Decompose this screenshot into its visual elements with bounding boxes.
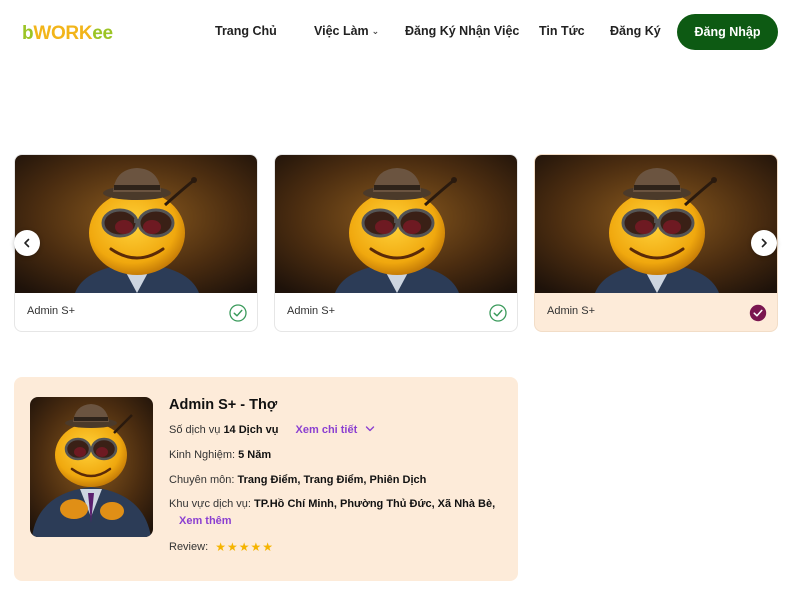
nav-register-job[interactable]: Đăng Ký Nhận Việc bbox=[405, 24, 519, 38]
worker-name: Admin S+ bbox=[27, 305, 75, 317]
check-circle-icon bbox=[489, 304, 507, 322]
worker-name: Admin S+ bbox=[547, 305, 595, 317]
specialty-row: Chuyên môn: Trang Điểm, Trang Điểm, Phiê… bbox=[169, 474, 427, 486]
worker-photo bbox=[535, 155, 777, 293]
chevron-down-icon bbox=[366, 426, 375, 432]
review-row: Review: ★★★★★ bbox=[169, 540, 274, 554]
star-icon: ★ bbox=[238, 540, 250, 554]
bworkee-logo[interactable]: bWORKee bbox=[22, 23, 113, 45]
worker-card[interactable]: Admin S+ bbox=[274, 154, 518, 332]
carousel-prev-button[interactable] bbox=[14, 230, 40, 256]
view-detail-link[interactable]: Xem chi tiết bbox=[296, 424, 376, 436]
nav-jobs-label: Việc Làm bbox=[314, 24, 369, 38]
rating-stars: ★★★★★ bbox=[215, 540, 274, 554]
star-icon: ★ bbox=[250, 540, 262, 554]
login-button[interactable]: Đăng Nhập bbox=[677, 14, 778, 50]
nav-jobs[interactable]: Việc Làm ⌄ bbox=[314, 24, 379, 38]
chevron-left-icon bbox=[24, 238, 30, 248]
service-area-row: Khu vực dịch vụ: TP.Hồ Chí Minh, Phường … bbox=[169, 498, 496, 510]
services-row: Số dịch vụ 14 Dịch vụ Xem chi tiết bbox=[169, 424, 375, 436]
nav-news[interactable]: Tin Tức bbox=[539, 24, 585, 38]
star-icon: ★ bbox=[226, 540, 238, 554]
carousel-next-button[interactable] bbox=[751, 230, 777, 256]
worker-photo bbox=[275, 155, 517, 293]
chevron-down-icon: ⌄ bbox=[371, 26, 380, 36]
worker-photo bbox=[15, 155, 257, 293]
nav-home[interactable]: Trang Chủ bbox=[215, 24, 277, 38]
star-icon: ★ bbox=[215, 540, 226, 554]
check-circle-filled-icon bbox=[749, 304, 767, 322]
star-icon: ★ bbox=[262, 540, 274, 554]
check-circle-icon bbox=[229, 304, 247, 322]
worker-name: Admin S+ bbox=[287, 305, 335, 317]
see-more-link[interactable]: Xem thêm bbox=[179, 515, 232, 527]
worker-card[interactable]: Admin S+ bbox=[14, 154, 258, 332]
worker-title: Admin S+ - Thợ bbox=[169, 397, 278, 413]
site-header: bWORKee Trang Chủ Việc Làm ⌄ Đăng Ký Nhận… bbox=[0, 0, 800, 64]
worker-card-selected[interactable]: Admin S+ bbox=[534, 154, 778, 332]
worker-avatar bbox=[30, 397, 153, 537]
experience-row: Kinh Nghiệm: 5 Năm bbox=[169, 449, 272, 461]
nav-signup[interactable]: Đăng Ký bbox=[610, 24, 661, 38]
chevron-right-icon bbox=[761, 238, 767, 248]
worker-detail-panel: Admin S+ - Thợ Số dịch vụ 14 Dịch vụ Xem… bbox=[14, 377, 518, 581]
